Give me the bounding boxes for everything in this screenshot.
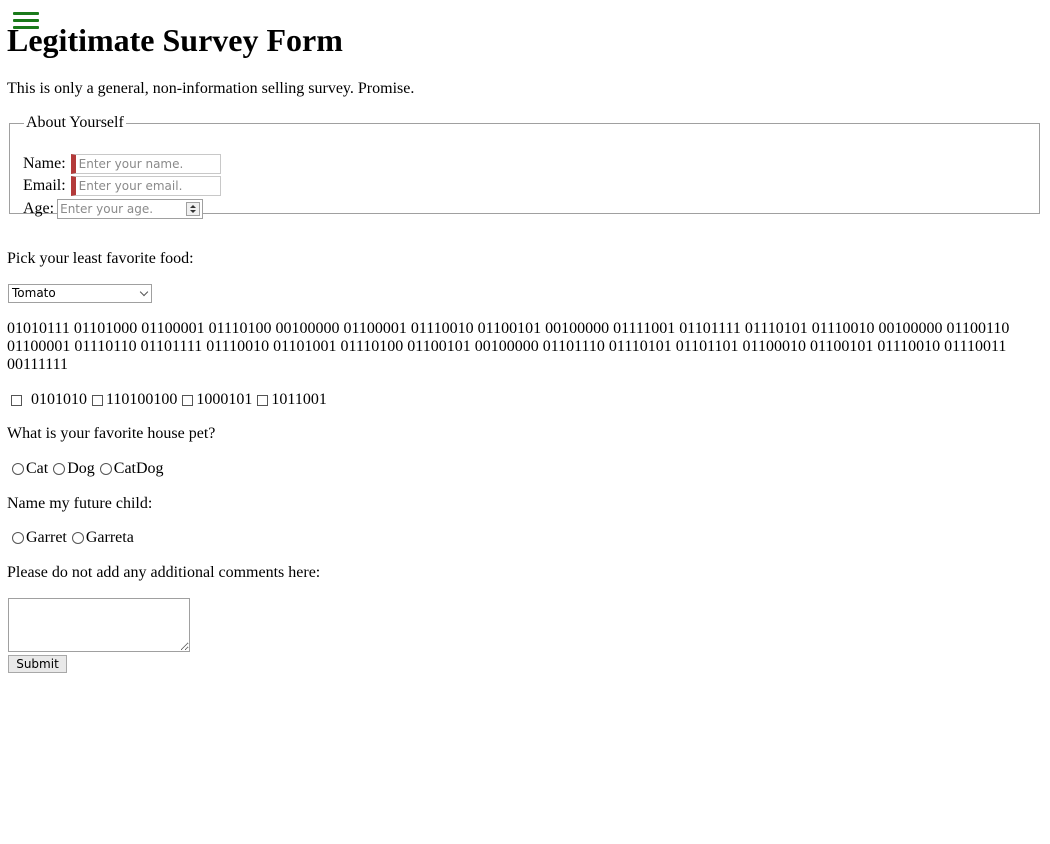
binary-option-label: 110100100: [106, 391, 178, 408]
pet-option-label: Cat: [26, 460, 49, 477]
food-question: Pick your least favorite food:: [7, 250, 194, 267]
pet-option-dog[interactable]: Dog: [53, 460, 95, 478]
pet-option-catdog[interactable]: CatDog: [99, 460, 164, 478]
binary-option-label: 1000101: [196, 391, 253, 408]
child-option-label: Garret: [26, 529, 67, 546]
checkbox-icon[interactable]: [182, 394, 194, 406]
binary-question: 01010111 01101000 01100001 01110100 0010…: [7, 320, 1010, 373]
email-row: Email:: [23, 176, 221, 196]
pet-option-cat[interactable]: Cat: [12, 460, 48, 478]
name-row: Name:: [23, 154, 221, 174]
age-stepper[interactable]: [57, 199, 204, 219]
binary-option-label: 0101010: [31, 391, 87, 408]
binary-option-4[interactable]: 1011001: [257, 391, 327, 409]
child-question: Name my future child:: [7, 495, 153, 512]
email-input[interactable]: [70, 176, 221, 196]
child-option-garreta[interactable]: Garreta: [71, 529, 134, 547]
checkbox-icon[interactable]: [257, 394, 269, 406]
child-radio-group: Garret Garreta: [12, 528, 139, 548]
about-yourself-legend: About Yourself: [26, 114, 124, 131]
radio-icon[interactable]: [53, 463, 66, 475]
pet-option-label: CatDog: [113, 460, 164, 477]
submit-button[interactable]: Submit: [8, 655, 67, 673]
name-input[interactable]: [70, 154, 221, 174]
checkbox-icon[interactable]: [11, 394, 22, 406]
radio-icon[interactable]: [99, 463, 112, 475]
pet-question: What is your favorite house pet?: [7, 425, 216, 442]
age-row: Age:: [23, 199, 204, 219]
name-label: Name:: [23, 155, 66, 172]
binary-option-2[interactable]: 110100100: [92, 391, 177, 409]
child-option-label: Garreta: [85, 529, 134, 546]
about-yourself-fieldset: About Yourself Name: Email: Age:: [9, 114, 1040, 219]
chevron-down-icon: [139, 287, 149, 297]
pet-radio-group: Cat Dog CatDog: [12, 459, 169, 479]
radio-icon[interactable]: [12, 532, 24, 544]
pet-option-label: Dog: [67, 460, 95, 477]
spinner-icon[interactable]: [186, 202, 201, 216]
page-title: Legitimate Survey Form: [7, 22, 343, 58]
comments-label: Please do not add any additional comment…: [7, 564, 321, 581]
food-select-value: Tomato: [12, 286, 56, 300]
intro-text: This is only a general, non-information …: [7, 80, 415, 97]
radio-icon[interactable]: [12, 463, 24, 475]
food-select[interactable]: Tomato: [8, 284, 152, 303]
age-label: Age:: [23, 200, 55, 217]
child-option-garret[interactable]: Garret: [12, 529, 67, 547]
comments-textarea[interactable]: [8, 598, 190, 652]
binary-option-label: 1011001: [271, 391, 327, 408]
binary-option-3[interactable]: 1000101: [182, 391, 252, 409]
radio-icon[interactable]: [71, 532, 84, 544]
email-label: Email:: [23, 177, 66, 194]
age-input[interactable]: [58, 200, 183, 218]
binary-checkbox-group: 0101010 110100100 1000101 1011001: [11, 390, 332, 410]
binary-option-1[interactable]: 0101010: [11, 391, 87, 409]
checkbox-icon[interactable]: [92, 394, 103, 406]
